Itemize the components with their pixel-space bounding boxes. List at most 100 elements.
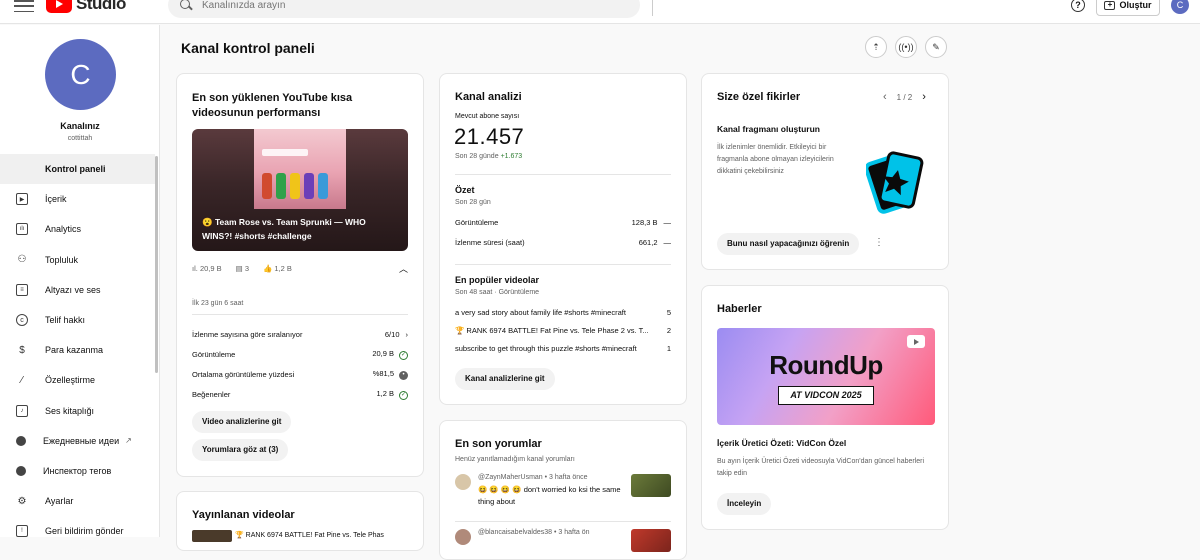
sidebar-item-subtitles[interactable]: ≡ Altyazı ve ses (0, 275, 155, 305)
sidebar-item-settings[interactable]: ⚙ Ayarlar (0, 486, 155, 516)
search-icon (180, 0, 192, 11)
idea-text: İlk izlenimler önemlidir. Etkileyici bir… (717, 144, 834, 175)
video-views: 5 (666, 307, 671, 317)
create-post-button[interactable]: ✎ (925, 36, 947, 58)
chevron-right-icon[interactable]: › (922, 91, 926, 103)
comment-text: 😆 😆 😆 😆 don't worried ko ksi the same th… (478, 485, 621, 506)
popular-video-row[interactable]: subscribe to get through this puzzle #sh… (455, 339, 671, 357)
video-thumbnail[interactable] (631, 529, 671, 552)
channel-handle: cottittah (67, 135, 93, 142)
summary-row: İzlenme süresi (saat) 661,2 — (455, 232, 671, 252)
popular-video-row[interactable]: a very sad story about family life #shor… (455, 303, 671, 321)
sidebar-item-label: Kontrol paneli (45, 164, 106, 175)
video-thumbnail[interactable] (192, 530, 232, 542)
account-avatar[interactable]: C (1171, 0, 1189, 14)
comments-icon: ▤ (235, 264, 243, 273)
chevron-left-icon[interactable]: ‹ (883, 91, 887, 103)
comment-time: • 3 hafta önce (544, 474, 588, 481)
check-icon: ✓ (399, 390, 408, 400)
feedback-icon: ! (16, 525, 28, 538)
change-value: +1.673 (500, 153, 523, 160)
sidebar-item-label: Ses kitaplığı (45, 405, 95, 416)
upload-button[interactable]: ⇡ (865, 36, 887, 58)
metric-row: Beğenenler 1,2 B ✓ (192, 384, 408, 404)
sidebar-item-label: Analytics (45, 224, 82, 235)
banner-title: RoundUp (769, 350, 883, 380)
sidebar-item-label: Geri bildirim gönder (45, 526, 124, 537)
subtitles-icon: ≡ (16, 283, 28, 296)
video-title[interactable]: 🏆 RANK 6974 BATTLE! Fat Pine vs. Tele Ph… (235, 531, 384, 539)
ideas-pager: ‹ 1 / 2 › (883, 91, 926, 103)
sidebar-item-dashboard[interactable]: Kontrol paneli (0, 154, 155, 185)
sidebar-item-label: Инспектор тегов (43, 465, 112, 476)
metric-label: İzlenme sayısına göre sıralanıyor (192, 329, 303, 339)
summary-list: Görüntüleme 128,3 B — İzlenme süresi (saa… (455, 212, 671, 252)
sidebar-item-tag-inspector[interactable]: Инспектор тегов (0, 456, 155, 486)
popular-video-row[interactable]: 🏆 RANK 6974 BATTLE! Fat Pine vs. Tele Ph… (455, 321, 671, 339)
video-analytics-button[interactable]: Video analizlerine git (192, 411, 292, 433)
help-icon[interactable]: ? (1071, 0, 1085, 12)
channel-analytics-button[interactable]: Kanal analizlerine git (455, 368, 555, 390)
idea-title: Kanal fragmanı oluşturun (717, 124, 820, 134)
video-caption: 😮 Team Rose vs. Team Sprunki — WHO WINS?… (202, 217, 366, 241)
latest-comments-card: En son yorumlar Henüz yanıtlamadığım kan… (439, 420, 687, 560)
ideas-icon (16, 435, 26, 446)
sidebar-nav: Kontrol paneli ▶ İçerik ılı Analytics ⚇ … (0, 154, 155, 546)
create-button[interactable]: + Oluştur (1096, 0, 1160, 16)
chevron-up-icon[interactable]: ︿ (399, 262, 408, 275)
comment-item[interactable]: @blancaisabelvaldes38 • 3 hafta ön (455, 529, 671, 552)
news-banner[interactable]: RoundUp AT VIDCON 2025 (717, 328, 935, 425)
video-title: 🏆 RANK 6974 BATTLE! Fat Pine vs. Tele Ph… (455, 325, 649, 335)
video-thumbnail[interactable] (631, 474, 671, 497)
info-icon: • (399, 370, 408, 380)
more-options-icon[interactable]: ⋮ (874, 237, 884, 248)
channel-analytics-card: Kanal analizi Mevcut abone sayısı 21.457… (439, 73, 687, 405)
explore-button[interactable]: İnceleyin (717, 493, 772, 515)
community-icon: ⚇ (17, 254, 27, 266)
card-title: Kanal analizi (455, 91, 522, 103)
sidebar-item-audio-library[interactable]: ♪ Ses kitaplığı (0, 396, 155, 426)
popular-videos-list: a very sad story about family life #shor… (455, 303, 671, 357)
dollar-icon: $ (19, 344, 25, 356)
summary-value: 661,2 (638, 237, 658, 247)
sidebar: C Kanalınız cottittah Kontrol paneli ▶ İ… (0, 25, 160, 538)
card-title: Haberler (717, 303, 762, 315)
youtube-icon (907, 335, 925, 348)
edit-icon: ✎ (932, 41, 940, 52)
go-live-button[interactable]: ((•)) (895, 36, 917, 58)
sidebar-item-earn[interactable]: $ Para kazanma (0, 335, 155, 365)
channel-avatar[interactable]: C (45, 39, 116, 110)
search-bar[interactable] (168, 0, 640, 18)
learn-how-button[interactable]: Bunu nasıl yapacağınızı öğrenin (717, 233, 860, 255)
views-icon: ıl. (192, 264, 198, 273)
trend-indicator: — (663, 237, 672, 247)
sidebar-item-feedback[interactable]: ! Geri bildirim gönder (0, 516, 155, 546)
upload-icon: ⇡ (872, 41, 880, 52)
metric-row: Ortalama görüntüleme yüzdesi %81,5 • (192, 364, 408, 384)
popular-videos-title: En popüler videolar (455, 275, 540, 285)
comment-item[interactable]: @ZaynMaherUsman • 3 hafta önce 😆 😆 😆 😆 d… (455, 474, 671, 508)
search-input[interactable] (202, 0, 602, 11)
sidebar-scrollbar[interactable] (155, 156, 158, 373)
sidebar-item-content[interactable]: ▶ İçerik (0, 184, 155, 214)
metric-value: 20,9 B (372, 348, 394, 358)
comment-time: • 3 hafta ön (554, 529, 590, 536)
menu-icon[interactable] (14, 0, 34, 12)
card-title: Size özel fikirler (717, 91, 801, 103)
thumbnail-image (254, 129, 346, 209)
sidebar-item-customization[interactable]: ⁄ Özelleştirme (0, 365, 155, 395)
change-prefix: Son 28 günde (455, 153, 499, 160)
sidebar-item-copyright[interactable]: c Telif hakkı (0, 305, 155, 335)
chevron-right-icon[interactable]: › (406, 330, 409, 339)
studio-logo[interactable]: Studio (46, 0, 126, 14)
avatar (455, 529, 471, 545)
sidebar-item-community[interactable]: ⚇ Topluluk (0, 245, 155, 275)
external-link-icon: ↗ (125, 436, 132, 446)
video-thumbnail[interactable]: 😮 Team Rose vs. Team Sprunki — WHO WINS?… (192, 129, 408, 251)
view-comments-button[interactable]: Yorumlara göz at (3) (192, 439, 289, 461)
metric-value: 1,2 B (376, 388, 394, 398)
live-icon: ((•)) (898, 42, 914, 52)
sidebar-item-analytics[interactable]: ılı Analytics (0, 214, 155, 244)
copyright-icon: c (16, 314, 28, 327)
sidebar-item-daily-ideas[interactable]: Ежедневные идеи ↗ (0, 426, 155, 456)
